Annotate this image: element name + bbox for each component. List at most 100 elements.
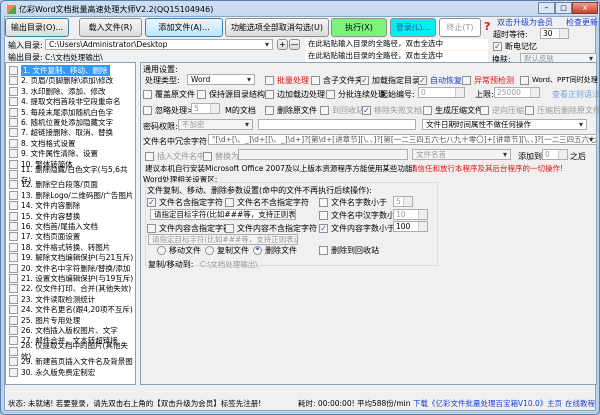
keep-structure-checkbox[interactable]: 保持源目录结构 [197, 89, 265, 100]
execute-button[interactable]: 执行(X) [331, 18, 387, 37]
function-checkbox[interactable] [9, 201, 18, 211]
function-item[interactable]: 29. 新建首页插入文件名及背景图 [9, 356, 134, 367]
function-item[interactable]: 19. 解除文档编辑保护(与21互斥) [9, 252, 134, 263]
function-checkbox[interactable] [9, 326, 18, 335]
upgrade-link[interactable]: 双击升级为会员 [497, 17, 553, 28]
help-icon[interactable]: ? [484, 20, 490, 33]
remove-failed-checkbox[interactable]: ✓ 移除失败文档 [362, 105, 422, 116]
function-checkbox[interactable] [9, 180, 18, 190]
date-option-select[interactable]: 文件日期时间属性不做任何操作 [422, 119, 587, 130]
load-process-checkbox[interactable]: 边加载边处理 [265, 89, 325, 100]
function-checkbox[interactable] [9, 97, 18, 107]
check-update-link[interactable]: 检查更新 [566, 17, 598, 28]
function-checkbox[interactable] [9, 294, 18, 304]
function-checkbox[interactable] [9, 346, 18, 356]
type-select[interactable]: Word [187, 74, 255, 85]
delete-original-checkbox[interactable]: 删除原文件 [265, 105, 317, 116]
function-item[interactable]: 24. 文件名更名(跟4,20项不互斥) [9, 304, 134, 315]
output-paste-field[interactable]: 在此粘贴输出目录的全路径，双击全选中 [305, 51, 488, 62]
function-checkbox[interactable] [9, 211, 18, 221]
function-checkbox[interactable] [9, 305, 18, 315]
function-item[interactable]: 13. 删除Logo/二维码图/广告图片 [9, 190, 134, 201]
function-checkbox[interactable] [9, 242, 18, 252]
function-checkbox[interactable] [9, 232, 18, 242]
function-item[interactable]: 5. 每段末尾添加随机白色字 [9, 107, 134, 118]
password-select[interactable]: 不加密 [178, 119, 253, 130]
function-item[interactable]: 28. 仅提取文档中的图片(其他失效) [9, 341, 134, 361]
function-checkbox[interactable] [9, 367, 18, 377]
redundant-field[interactable]: "[\d+[\、_]\d+[[\、_]\d+]?[第\d+[讲章节][\、、]?… [208, 134, 597, 145]
download-link[interactable]: 下载《亿彩文件批量处理百宝箱V10.0》 [413, 398, 547, 409]
remove-dir-button[interactable]: — [289, 39, 300, 50]
gen-zip-checkbox[interactable]: 生成压缩文件 [423, 105, 483, 116]
function-item[interactable]: 2. 页眉/页脚删除\添加\修改 [9, 75, 134, 86]
function-item[interactable]: 7. 超链接删除、取消、替换 [9, 127, 134, 138]
position-select[interactable]: 文件名首 [412, 149, 511, 160]
function-item[interactable]: 3. 水印删除、添加、修改 [9, 86, 134, 97]
function-item[interactable]: 30. 永久版免费定制宏 [9, 367, 134, 378]
reverse-zip-checkbox[interactable]: 逆向压缩 [480, 105, 524, 116]
power-memory-checkbox[interactable]: ✓ 断电记忆 [493, 41, 537, 52]
function-item[interactable]: 11. 删除隐藏/白色文字(与5,6共存) [9, 165, 134, 185]
move-radio[interactable]: 移动文件 [157, 245, 201, 256]
function-checkbox[interactable] [9, 263, 18, 273]
maximize-button[interactable]: □ [555, 2, 572, 14]
function-checkbox[interactable] [9, 284, 18, 294]
insert-name-checkbox[interactable]: 插入文件名中 [145, 151, 205, 162]
output-dir-button[interactable]: 输出目录(O)... [5, 18, 69, 37]
load-dir-checkbox[interactable]: ✓ 加载指定目录 [360, 75, 420, 86]
delete-radio[interactable]: • 删除文件 [253, 245, 297, 256]
function-item[interactable]: 17. 文档页面设置 [9, 231, 134, 242]
overwrite-checkbox[interactable]: 覆盖原文件 [143, 89, 195, 100]
function-checkbox[interactable] [9, 159, 18, 169]
name-len-spinner[interactable]: 5 [393, 196, 413, 207]
timeout-spinner[interactable]: 30 [540, 28, 569, 39]
function-item[interactable]: 12. 删除空白段落/页面 [9, 179, 134, 190]
to-recycle-checkbox[interactable]: 到回收站 [320, 105, 364, 116]
function-checkbox[interactable] [9, 86, 18, 96]
home-link[interactable]: 主页 [547, 398, 562, 409]
close-button[interactable]: x [572, 2, 598, 14]
load-file-button[interactable]: 载入文件(R) [79, 18, 142, 37]
input-dir-combo[interactable]: C:\Users\Administrator\Desktop [45, 39, 273, 50]
precheck-checkbox[interactable]: 异常预检测 [462, 75, 514, 86]
function-checkbox[interactable] [9, 138, 18, 148]
content-len-spinner[interactable]: 100 [393, 221, 428, 232]
word-ppt-checkbox[interactable]: Word、PPT同时处理 [520, 75, 598, 85]
ignore-spinner[interactable]: 5 [191, 103, 220, 114]
password-field[interactable] [258, 119, 416, 130]
function-item[interactable]: 6. 随机位置处添加隐藏文字 [9, 117, 134, 128]
function-checkbox[interactable] [9, 76, 18, 86]
cn-len-spinner[interactable]: 10 [393, 209, 428, 220]
stop-button[interactable]: 终止(T) [439, 18, 481, 37]
function-item[interactable]: 20. 文件名中字符删除/替换/添加 [9, 263, 134, 274]
tutorial-link[interactable]: 在线教程 [565, 398, 595, 409]
name-contains-checkbox[interactable]: ✓ 文件名含指定字符 [147, 197, 223, 208]
start-no-spinner[interactable]: 0 [418, 87, 465, 98]
copy-radio[interactable]: 复制文件 [205, 245, 249, 256]
function-checkbox[interactable] [9, 128, 18, 138]
name-len-checkbox[interactable]: 文件名字数小于 [319, 197, 387, 208]
function-item[interactable]: 18. 文件格式转换、转图片 [9, 242, 134, 253]
function-checkbox[interactable] [9, 170, 18, 179]
function-checkbox[interactable] [9, 222, 18, 231]
add-file-button[interactable]: 添加文件(A)... [145, 18, 223, 37]
content-not-contains-checkbox[interactable]: 文件内容不含指定字符 [225, 223, 317, 234]
function-item[interactable]: 15. 文件内容替换 [9, 211, 134, 222]
content-contains-checkbox[interactable]: 文件内容含指定字符 [147, 223, 231, 234]
function-checkbox[interactable] [9, 118, 18, 127]
function-list[interactable]: 1. 文件复制、移动、删除 2. 页眉/页脚删除\添加\修改 3. 水印删除、添加、… [5, 62, 136, 385]
replace-field[interactable] [238, 149, 408, 160]
input-paste-field[interactable]: 在此粘贴输入目录的全路径，双击全选中 [305, 39, 488, 50]
name-not-contains-checkbox[interactable]: 文件名不含指定字符 [225, 197, 309, 208]
replace-with-checkbox[interactable]: 替换为 [203, 151, 239, 162]
function-checkbox[interactable] [9, 253, 18, 263]
batch-checkbox[interactable]: 批量处理 [265, 75, 309, 86]
cn-len-checkbox[interactable]: 文件名中汉字数小于 [319, 210, 403, 221]
function-item[interactable]: 4. 提取文档首段非空段重命名 [9, 96, 134, 107]
add-dir-button[interactable]: + [277, 39, 288, 50]
function-checkbox[interactable] [9, 66, 18, 75]
function-checkbox[interactable] [9, 149, 18, 159]
zip-delete-checkbox[interactable]: 压缩后删除原文件 [525, 105, 600, 116]
content-target-field[interactable]: 请指定目标字符(比如###等，支持正则表达式) [148, 234, 298, 245]
